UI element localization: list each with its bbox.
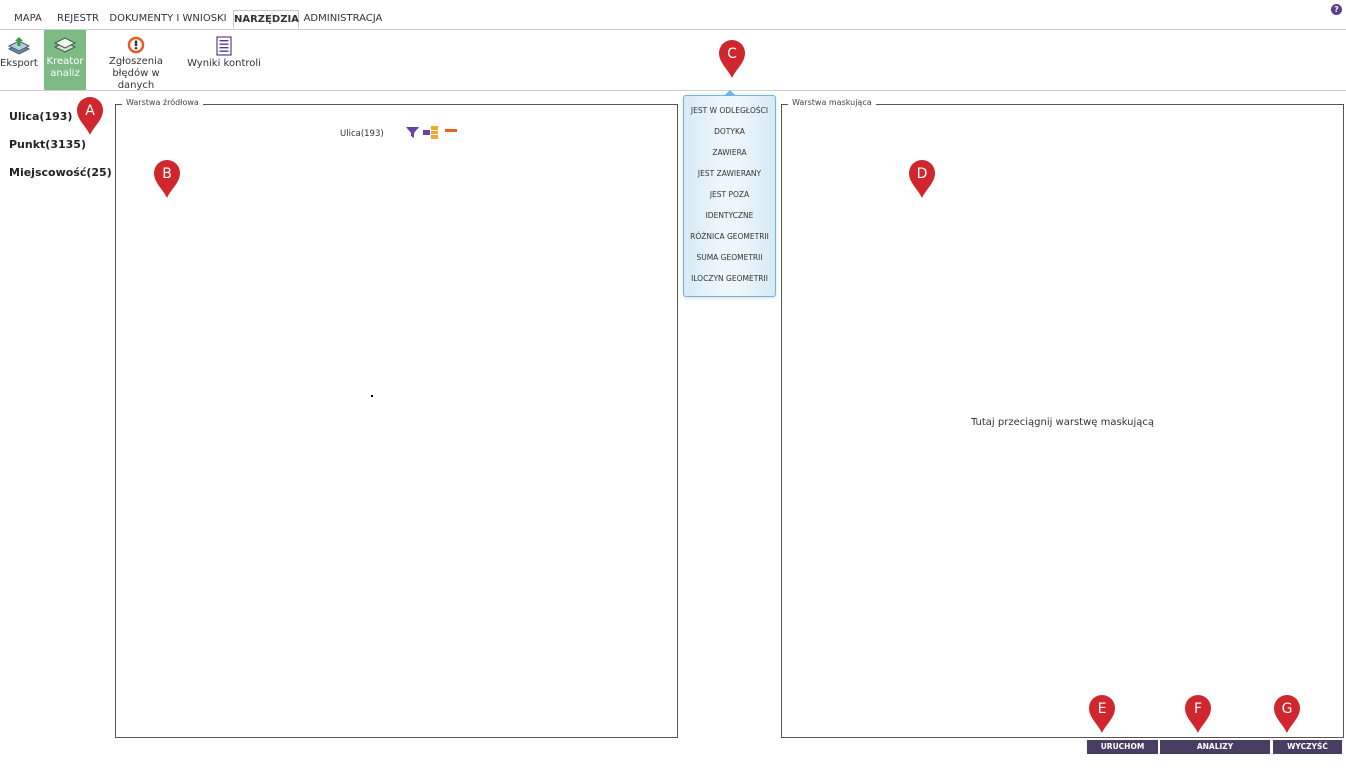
marker-letter: E xyxy=(1098,701,1107,717)
op-roznica-geometrii[interactable]: RÓŻNICA GEOMETRII xyxy=(684,232,775,241)
marker-letter: A xyxy=(85,103,95,119)
map-pin-icon: D xyxy=(909,160,935,198)
op-iloczyn-geometrii[interactable]: ILOCZYN GEOMETRII xyxy=(684,274,775,283)
checklist-icon xyxy=(216,36,232,56)
marker-e: E xyxy=(1087,694,1117,734)
marker-letter: C xyxy=(727,46,737,62)
tab-administracja[interactable]: ADMINISTRACJA xyxy=(303,10,383,29)
attributes-icon[interactable] xyxy=(423,124,439,143)
run-button[interactable]: URUCHOM xyxy=(1087,740,1158,754)
marker-b: B xyxy=(152,159,182,199)
mask-layer-legend: Warstwa maskująca xyxy=(788,98,876,107)
help-icon[interactable]: ? xyxy=(1331,4,1342,15)
marker-d: D xyxy=(907,159,937,199)
map-pin-icon: B xyxy=(154,160,180,198)
alert-icon xyxy=(127,36,145,54)
mask-drop-hint: Tutaj przeciągnij warstwę maskującą xyxy=(970,417,1155,428)
map-pin-icon: A xyxy=(77,97,103,135)
layer-item-miejscowosc[interactable]: Miejscowość(25) xyxy=(9,166,112,179)
op-jest-poza[interactable]: JEST POZA xyxy=(684,190,775,199)
source-layer-panel[interactable]: Warstwa źródłowa Ulica(193) xyxy=(115,98,678,738)
source-layer-name: Ulica(193) xyxy=(340,129,384,139)
op-zawiera[interactable]: ZAWIERA xyxy=(684,148,775,157)
menu-bar: MAPA REJESTR DOKUMENTY I WNIOSKI NARZĘDZ… xyxy=(0,0,1346,30)
tab-narzedzia[interactable]: NARZĘDZIA xyxy=(233,10,299,29)
control-results-button[interactable]: Wyniki kontroli xyxy=(186,30,262,90)
predefined-analyses-button[interactable]: ANALIZY PREDEFINIOWANE xyxy=(1160,740,1270,765)
export-icon xyxy=(7,37,30,55)
marker-f: F xyxy=(1183,694,1213,734)
tab-mapa[interactable]: MAPA xyxy=(8,10,48,29)
error-reports-label-1: Zgłoszenia xyxy=(108,56,163,67)
map-pin-icon: F xyxy=(1185,695,1211,733)
op-suma-geometrii[interactable]: SUMA GEOMETRII xyxy=(684,253,775,262)
tab-rejestr[interactable]: REJESTR xyxy=(54,10,102,29)
analysis-creator-label-2: analiz xyxy=(50,68,80,79)
map-point xyxy=(371,395,373,397)
layer-item-punkt[interactable]: Punkt(3135) xyxy=(9,138,86,151)
map-pin-icon: E xyxy=(1089,695,1115,733)
operations-panel: JEST W ODLEGŁOŚCI DOTYKA ZAWIERA JEST ZA… xyxy=(683,95,776,297)
layer-item-ulica[interactable]: Ulica(193) xyxy=(9,110,72,123)
marker-letter: G xyxy=(1282,701,1293,717)
remove-icon[interactable] xyxy=(445,129,457,132)
map-pin-icon: C xyxy=(719,40,745,78)
analysis-creator-label-1: Kreator xyxy=(46,56,84,67)
marker-c: C xyxy=(717,39,747,79)
marker-letter: D xyxy=(917,166,928,182)
marker-letter: B xyxy=(162,166,172,182)
op-jest-w-odleglosci[interactable]: JEST W ODLEGŁOŚCI xyxy=(684,106,775,115)
tab-dokumenty-i-wnioski[interactable]: DOKUMENTY I WNIOSKI xyxy=(108,10,228,29)
control-results-label: Wyniki kontroli xyxy=(187,58,261,69)
export-button[interactable]: Eksport xyxy=(0,30,38,90)
mask-layer-panel[interactable]: Warstwa maskująca Tutaj przeciągnij wars… xyxy=(781,98,1344,738)
toolbar: Eksport Kreator analiz Zgłoszenia błędów… xyxy=(0,30,1346,91)
error-reports-label-2: błędów w danych xyxy=(112,68,160,91)
marker-g: G xyxy=(1272,694,1302,734)
export-label: Eksport xyxy=(0,58,38,69)
map-pin-icon: G xyxy=(1274,695,1300,733)
op-jest-zawierany[interactable]: JEST ZAWIERANY xyxy=(684,169,775,178)
layers-icon xyxy=(53,37,77,53)
clear-result-button[interactable]: WYCZYŚĆ WYNIK xyxy=(1273,740,1342,765)
op-identyczne[interactable]: IDENTYCZNE xyxy=(684,211,775,220)
op-dotyka[interactable]: DOTYKA xyxy=(684,127,775,136)
source-layer-legend: Warstwa źródłowa xyxy=(122,98,203,107)
analysis-creator-button[interactable]: Kreator analiz xyxy=(44,30,86,90)
marker-letter: F xyxy=(1194,701,1202,717)
filter-icon[interactable] xyxy=(406,124,419,143)
marker-a: A xyxy=(75,96,105,136)
error-reports-button[interactable]: Zgłoszenia błędów w danych xyxy=(94,30,178,91)
